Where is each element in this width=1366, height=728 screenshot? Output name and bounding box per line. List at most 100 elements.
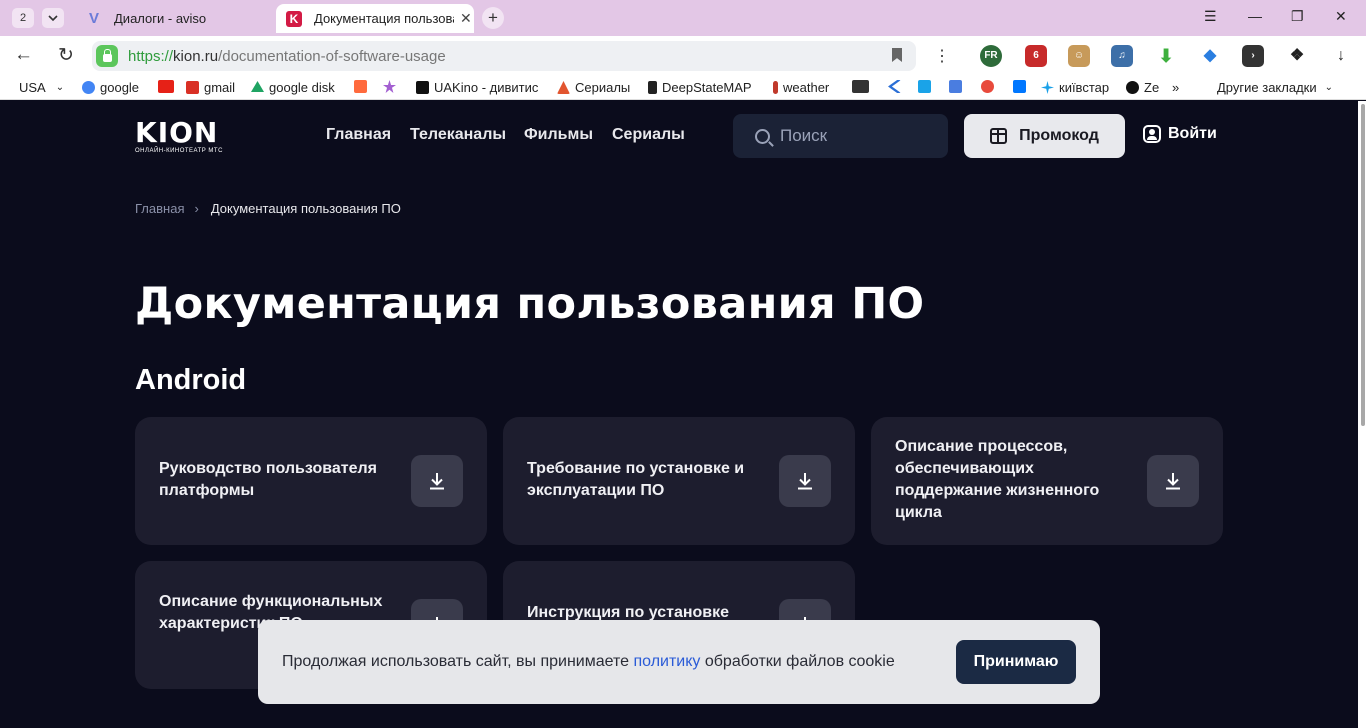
bookmark-serials[interactable]: Сериалы [557, 80, 630, 95]
bookmark-vk[interactable] [1013, 80, 1031, 93]
promo-code-button[interactable]: Промокод [964, 114, 1125, 158]
cookie-policy-link[interactable]: политику [633, 653, 700, 670]
bookmark-site[interactable] [354, 80, 372, 93]
close-window-icon[interactable]: ✕ [1335, 8, 1347, 25]
browser-tab-kion[interactable]: K Документация пользования ПО ✕ [276, 4, 474, 33]
site-icon [354, 80, 367, 93]
more-options-icon[interactable]: ⋮ [934, 46, 950, 66]
ublock-extension-icon[interactable]: 6 [1025, 45, 1047, 67]
vpn-extension-icon[interactable]: FR [980, 45, 1002, 67]
extension-icon[interactable]: › [1242, 45, 1264, 67]
bookmark-kyivstar[interactable]: київстар [1041, 80, 1109, 95]
document-title: Требование по установке и эксплуатации П… [527, 460, 745, 499]
bookmark-yandex[interactable] [981, 80, 999, 93]
scrollbar-thumb[interactable] [1361, 104, 1365, 426]
download-button[interactable] [411, 455, 463, 507]
bookmark-deepstatemap[interactable]: DeepStateMAP [648, 80, 752, 95]
browser-tab-aviso[interactable]: V Диалоги - aviso [76, 4, 271, 33]
nav-series[interactable]: Сериалы [612, 126, 685, 144]
gift-icon [990, 128, 1008, 144]
back-icon[interactable]: ← [14, 44, 33, 66]
url-text[interactable]: https://kion.ru/documentation-of-softwar… [128, 48, 446, 65]
kyivstar-icon [1041, 81, 1054, 94]
google-drive-icon [251, 81, 264, 93]
download-extension-icon[interactable]: ⬇ [1155, 45, 1177, 67]
p-icon [918, 80, 931, 93]
cookie-banner: Продолжая использовать сайт, вы принимае… [258, 620, 1100, 704]
bookmarks-overflow-icon[interactable]: » [1172, 80, 1179, 95]
chevron-right-icon: › [194, 201, 199, 216]
nav-home[interactable]: Главная [326, 126, 391, 144]
restore-window-icon[interactable]: ❐ [1291, 8, 1304, 25]
gmail-icon [186, 81, 199, 94]
bookmark-icon[interactable] [892, 48, 902, 62]
accept-cookies-button[interactable]: Принимаю [956, 640, 1076, 684]
kion-logo[interactable]: KION ОНЛАЙН-КИНОТЕАТР МТС [135, 119, 237, 155]
tab-count-button[interactable]: 2 [12, 8, 34, 28]
browser-menu-icon[interactable]: ☰ [1204, 8, 1217, 25]
tab-title: Документация пользования ПО [314, 11, 454, 26]
login-button[interactable]: Войти [1143, 125, 1217, 143]
lock-icon[interactable] [96, 45, 118, 67]
star-icon [383, 80, 396, 93]
download-icon [1166, 473, 1180, 490]
document-card[interactable]: Руководство пользователя платформы [135, 417, 487, 545]
downloads-icon[interactable]: ↓ [1330, 45, 1352, 67]
bookmark-site[interactable] [918, 80, 936, 93]
new-tab-button[interactable]: + [482, 7, 504, 29]
download-icon [430, 473, 444, 490]
bookmark-gmail[interactable]: gmail [186, 80, 235, 95]
tab-list-dropdown[interactable] [42, 8, 64, 28]
youtube-icon [158, 80, 174, 93]
document-title: Руководство пользователя платформы [159, 460, 377, 499]
download-button[interactable] [1147, 455, 1199, 507]
document-card[interactable]: Требование по установке и эксплуатации П… [503, 417, 855, 545]
bc-icon [852, 80, 869, 93]
other-bookmarks-folder[interactable]: Другие закладки ⌄ [1217, 80, 1333, 95]
diamond-extension-icon[interactable]: ◆ [1199, 45, 1221, 67]
thermometer-icon [773, 81, 778, 94]
breadcrumb-home[interactable]: Главная [135, 201, 184, 216]
close-tab-icon[interactable]: ✕ [460, 10, 472, 27]
bookmark-site[interactable] [888, 80, 906, 93]
chevron-left-icon [888, 80, 901, 93]
download-button[interactable] [779, 455, 831, 507]
address-bar-row: ← ↻ https://kion.ru/documentation-of-sof… [0, 36, 1366, 76]
search-placeholder: Поиск [780, 126, 828, 145]
ze-icon [1126, 81, 1139, 94]
deepstate-icon [648, 81, 657, 94]
search-input[interactable]: Поиск [733, 114, 948, 158]
page-title: Документация пользования ПО [135, 279, 925, 329]
reload-icon[interactable]: ↻ [58, 44, 74, 67]
vk-icon [1013, 80, 1026, 93]
bookmarks-bar: USA ⌄ google gmail google disk UAKino - д… [0, 76, 1366, 100]
document-card[interactable]: Описание процессов, обеспечивающих подде… [871, 417, 1223, 545]
bookmark-weather[interactable]: weather [773, 80, 829, 95]
cookie-message: Продолжая использовать сайт, вы принимае… [282, 653, 895, 670]
extension-icon[interactable]: ♫ [1111, 45, 1133, 67]
bookmark-google[interactable]: google [82, 80, 139, 95]
bookmark-folder-usa[interactable]: USA ⌄ [19, 80, 64, 95]
nav-tv-channels[interactable]: Телеканалы [410, 126, 506, 144]
tab-title: Диалоги - aviso [114, 11, 207, 26]
bookmark-uakino[interactable]: UAKino - дивитис [416, 80, 538, 95]
address-field[interactable]: https://kion.ru/documentation-of-softwar… [92, 41, 916, 71]
minimize-icon[interactable]: — [1248, 8, 1262, 24]
bookmark-google-disk[interactable]: google disk [251, 80, 335, 95]
extension-icon[interactable]: ☺ [1068, 45, 1090, 67]
serials-icon [557, 81, 570, 94]
download-icon [798, 473, 812, 490]
kion-favicon-icon: K [286, 10, 302, 27]
google-icon [82, 81, 95, 94]
bookmark-bc[interactable] [852, 80, 874, 93]
yandex-icon [981, 80, 994, 93]
bookmark-youtube[interactable] [158, 80, 179, 93]
bookmark-site[interactable] [383, 80, 401, 93]
chevron-down-icon [48, 15, 58, 22]
search-icon [755, 128, 770, 144]
nav-movies[interactable]: Фильмы [524, 126, 593, 144]
bookmark-ze[interactable]: Ze [1126, 80, 1159, 95]
extensions-puzzle-icon[interactable]: ❖ [1286, 45, 1308, 67]
bookmark-translate[interactable] [949, 80, 967, 93]
browser-tab-bar: 2 V Диалоги - aviso K Документация польз… [0, 0, 1366, 36]
